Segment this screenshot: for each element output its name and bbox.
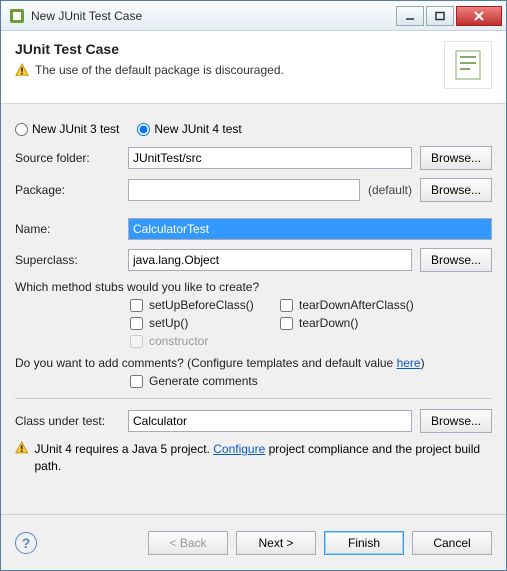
- junit3-radio[interactable]: New JUnit 3 test: [15, 122, 119, 136]
- generate-comments-checkbox[interactable]: Generate comments: [130, 374, 430, 388]
- stubs-grid: setUpBeforeClass() tearDownAfterClass() …: [130, 298, 492, 330]
- titlebar[interactable]: New JUnit Test Case: [1, 1, 506, 31]
- maximize-button[interactable]: [426, 6, 454, 26]
- separator: [15, 398, 492, 399]
- stubs-question: Which method stubs would you like to cre…: [15, 280, 492, 294]
- source-browse-button[interactable]: Browse...: [420, 146, 492, 170]
- superclass-browse-button[interactable]: Browse...: [420, 248, 492, 272]
- warning-icon: [15, 441, 28, 455]
- warning-icon: [15, 63, 29, 77]
- configure-compliance-link[interactable]: Configure: [213, 442, 265, 456]
- class-under-test-input[interactable]: [128, 410, 412, 432]
- superclass-input[interactable]: [128, 249, 412, 271]
- comments-question: Do you want to add comments? (Configure …: [15, 356, 492, 370]
- minimize-button[interactable]: [396, 6, 424, 26]
- superclass-label: Superclass:: [15, 253, 120, 267]
- app-icon: [9, 8, 25, 24]
- bottom-warning: JUnit 4 requires a Java 5 project. Confi…: [15, 441, 492, 475]
- junit-version-group: New JUnit 3 test New JUnit 4 test: [15, 122, 492, 136]
- window-title: New JUnit Test Case: [31, 9, 396, 23]
- class-under-test-browse-button[interactable]: Browse...: [420, 409, 492, 433]
- source-folder-label: Source folder:: [15, 151, 120, 165]
- class-under-test-label: Class under test:: [15, 414, 120, 428]
- package-browse-button[interactable]: Browse...: [420, 178, 492, 202]
- name-input[interactable]: [128, 218, 492, 240]
- next-button[interactable]: Next >: [236, 531, 316, 555]
- package-input[interactable]: [128, 179, 360, 201]
- banner-warning-text: The use of the default package is discou…: [35, 63, 284, 77]
- constructor-checkbox: constructor: [130, 334, 430, 348]
- footer: ? < Back Next > Finish Cancel: [1, 514, 506, 570]
- content-area: New JUnit 3 test New JUnit 4 test Source…: [1, 104, 506, 514]
- dialog-window: New JUnit Test Case JUnit Test Case The …: [0, 0, 507, 571]
- back-button: < Back: [148, 531, 228, 555]
- wizard-icon: [444, 41, 492, 89]
- setupbeforeclass-checkbox[interactable]: setUpBeforeClass(): [130, 298, 280, 312]
- source-folder-input[interactable]: [128, 147, 412, 169]
- teardownafterclass-checkbox[interactable]: tearDownAfterClass(): [280, 298, 440, 312]
- configure-templates-link[interactable]: here: [397, 356, 421, 370]
- banner: JUnit Test Case The use of the default p…: [1, 31, 506, 104]
- page-title: JUnit Test Case: [15, 41, 444, 57]
- close-button[interactable]: [456, 6, 502, 26]
- teardown-checkbox[interactable]: tearDown(): [280, 316, 440, 330]
- default-tag: (default): [368, 183, 412, 197]
- name-label: Name:: [15, 222, 120, 236]
- package-label: Package:: [15, 183, 120, 197]
- junit4-radio[interactable]: New JUnit 4 test: [137, 122, 241, 136]
- setup-checkbox[interactable]: setUp(): [130, 316, 280, 330]
- window-controls: [396, 6, 502, 26]
- cancel-button[interactable]: Cancel: [412, 531, 492, 555]
- finish-button[interactable]: Finish: [324, 531, 404, 555]
- help-button[interactable]: ?: [15, 532, 37, 554]
